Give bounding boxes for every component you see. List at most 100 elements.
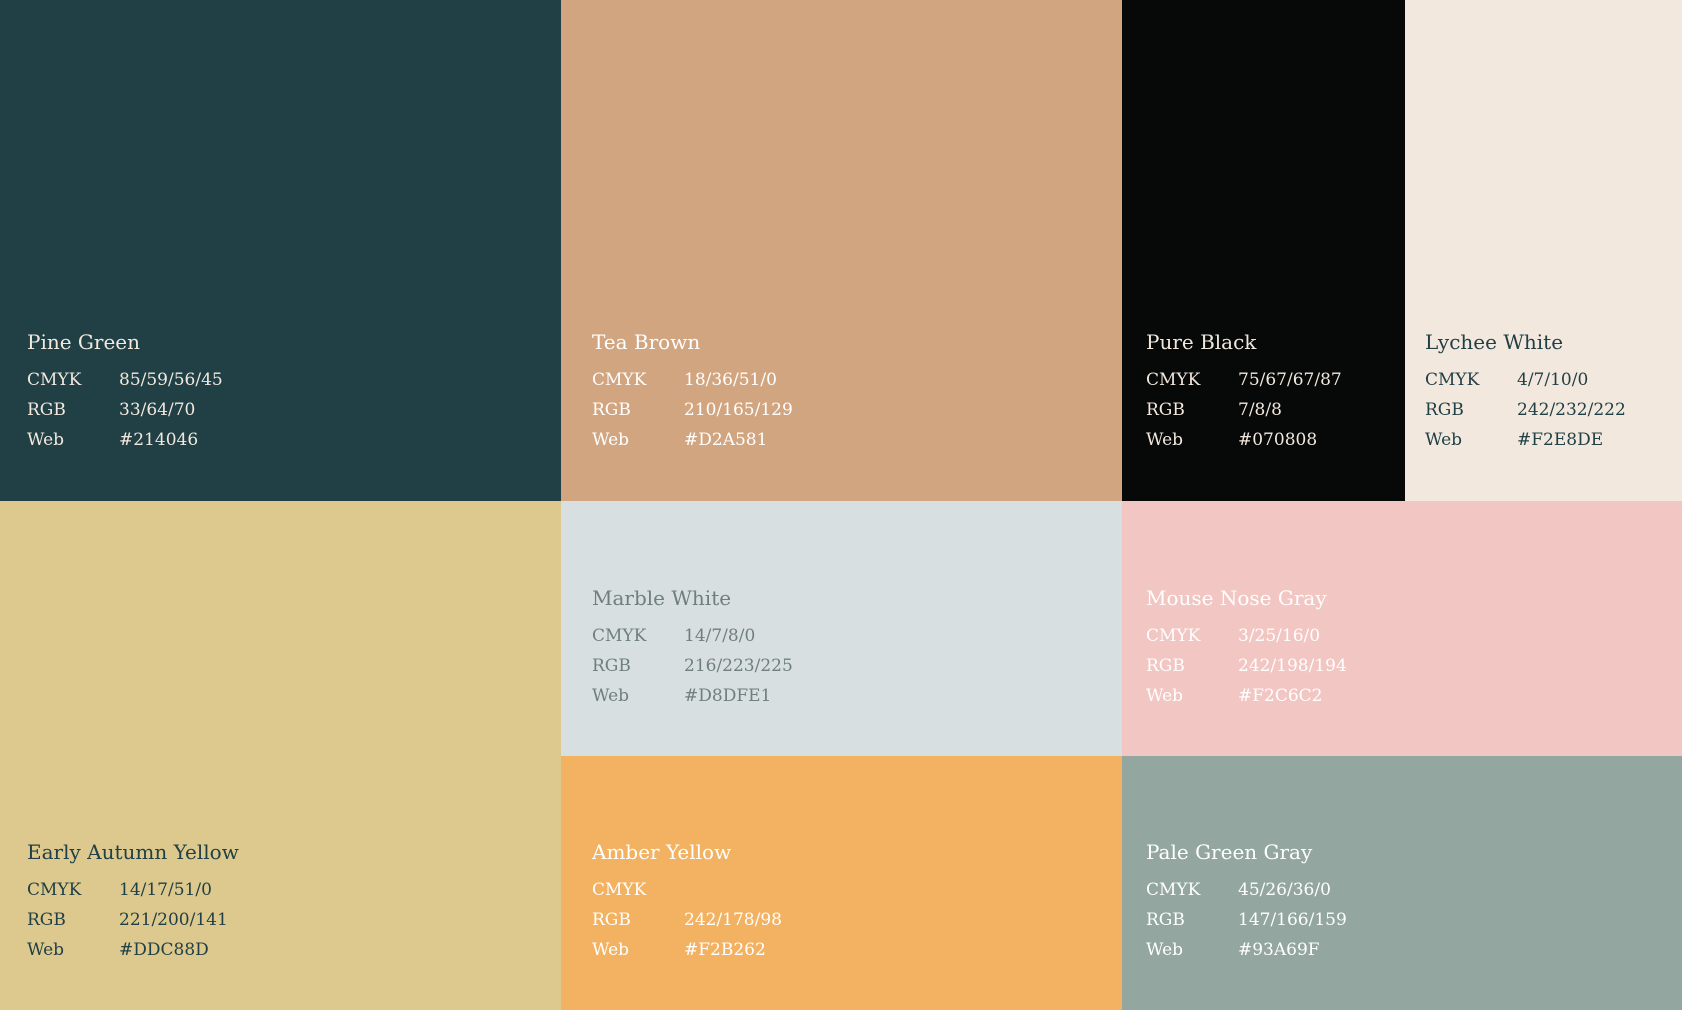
cmyk-label: CMYK [592, 880, 647, 900]
cmyk-label: CMYK [592, 370, 647, 390]
rgb-value: 33/64/70 [119, 400, 196, 420]
rgb-value: 242/232/222 [1517, 400, 1626, 420]
rgb-label: RGB [1146, 400, 1185, 420]
rgb-label: RGB [592, 910, 631, 930]
rgb-row: RGB 242/198/194 [1146, 651, 1347, 681]
swatch-info: Pure Black CMYK 75/67/67/87 RGB 7/8/8 We… [1146, 329, 1342, 455]
cmyk-label: CMYK [1146, 880, 1201, 900]
rgb-value: 147/166/159 [1238, 910, 1347, 930]
web-value: #D8DFE1 [684, 686, 772, 706]
cmyk-label: CMYK [1146, 370, 1201, 390]
swatch-tea-brown: Tea Brown CMYK 18/36/51/0 RGB 210/165/12… [561, 0, 1122, 501]
cmyk-label: CMYK [1425, 370, 1480, 390]
rgb-label: RGB [592, 400, 631, 420]
web-label: Web [27, 940, 65, 960]
web-value: #93A69F [1238, 940, 1320, 960]
swatch-name: Marble White [592, 586, 732, 610]
cmyk-label: CMYK [1146, 626, 1201, 646]
rgb-value: 242/178/98 [684, 910, 782, 930]
web-row: Web #070808 [1146, 425, 1342, 455]
rgb-value: 242/198/194 [1238, 656, 1347, 676]
rgb-value: 210/165/129 [684, 400, 793, 420]
web-label: Web [1146, 686, 1184, 706]
swatch-name: Amber Yellow [592, 840, 732, 864]
web-value: #070808 [1238, 430, 1318, 450]
cmyk-value: 18/36/51/0 [684, 370, 777, 390]
rgb-row: RGB 221/200/141 [27, 905, 239, 935]
color-palette: Pine Green CMYK 85/59/56/45 RGB 33/64/70… [0, 0, 1682, 1010]
swatch-pure-black: Pure Black CMYK 75/67/67/87 RGB 7/8/8 We… [1122, 0, 1405, 501]
cmyk-row: CMYK [592, 875, 782, 905]
cmyk-row: CMYK 85/59/56/45 [27, 365, 223, 395]
web-label: Web [592, 430, 630, 450]
swatch-info: Lychee White CMYK 4/7/10/0 RGB 242/232/2… [1425, 329, 1626, 455]
rgb-row: RGB 242/178/98 [592, 905, 782, 935]
web-label: Web [592, 686, 630, 706]
cmyk-value: 85/59/56/45 [119, 370, 223, 390]
web-value: #214046 [119, 430, 199, 450]
web-value: #F2E8DE [1517, 430, 1604, 450]
web-label: Web [1146, 940, 1184, 960]
rgb-label: RGB [1425, 400, 1464, 420]
swatch-info: Marble White CMYK 14/7/8/0 RGB 216/223/2… [592, 585, 793, 711]
cmyk-value: 75/67/67/87 [1238, 370, 1342, 390]
cmyk-row: CMYK 3/25/16/0 [1146, 621, 1347, 651]
cmyk-row: CMYK 18/36/51/0 [592, 365, 793, 395]
swatch-name: Pale Green Gray [1146, 840, 1313, 864]
cmyk-value: 3/25/16/0 [1238, 626, 1321, 646]
swatch-early-autumn-yellow: Early Autumn Yellow CMYK 14/17/51/0 RGB … [0, 501, 561, 1010]
swatch-name: Mouse Nose Gray [1146, 586, 1327, 610]
rgb-row: RGB 33/64/70 [27, 395, 223, 425]
swatch-pine-green: Pine Green CMYK 85/59/56/45 RGB 33/64/70… [0, 0, 561, 501]
rgb-label: RGB [592, 656, 631, 676]
swatch-info: Mouse Nose Gray CMYK 3/25/16/0 RGB 242/1… [1146, 585, 1347, 711]
rgb-row: RGB 242/232/222 [1425, 395, 1626, 425]
swatch-info: Amber Yellow CMYK RGB 242/178/98 Web #F2… [592, 839, 782, 965]
cmyk-value: 14/17/51/0 [119, 880, 212, 900]
cmyk-value: 4/7/10/0 [1517, 370, 1589, 390]
swatch-marble-white: Marble White CMYK 14/7/8/0 RGB 216/223/2… [561, 501, 1122, 756]
web-label: Web [592, 940, 630, 960]
cmyk-label: CMYK [592, 626, 647, 646]
swatch-name: Pine Green [27, 330, 141, 354]
rgb-row: RGB 147/166/159 [1146, 905, 1347, 935]
web-row: Web #F2E8DE [1425, 425, 1626, 455]
rgb-label: RGB [1146, 656, 1185, 676]
swatch-mouse-nose-gray: Mouse Nose Gray CMYK 3/25/16/0 RGB 242/1… [1122, 501, 1682, 756]
swatch-amber-yellow: Amber Yellow CMYK RGB 242/178/98 Web #F2… [561, 756, 1122, 1010]
rgb-value: 7/8/8 [1238, 400, 1282, 420]
rgb-label: RGB [27, 400, 66, 420]
web-label: Web [1425, 430, 1463, 450]
swatch-name: Lychee White [1425, 330, 1564, 354]
web-label: Web [1146, 430, 1184, 450]
web-row: Web #93A69F [1146, 935, 1347, 965]
cmyk-row: CMYK 4/7/10/0 [1425, 365, 1626, 395]
web-row: Web #214046 [27, 425, 223, 455]
web-row: Web #D8DFE1 [592, 681, 793, 711]
cmyk-label: CMYK [27, 880, 82, 900]
web-row: Web #F2B262 [592, 935, 782, 965]
rgb-row: RGB 216/223/225 [592, 651, 793, 681]
rgb-row: RGB 7/8/8 [1146, 395, 1342, 425]
cmyk-row: CMYK 14/17/51/0 [27, 875, 239, 905]
web-row: Web #DDC88D [27, 935, 239, 965]
cmyk-label: CMYK [27, 370, 82, 390]
swatch-info: Pine Green CMYK 85/59/56/45 RGB 33/64/70… [27, 329, 223, 455]
web-value: #DDC88D [119, 940, 209, 960]
swatch-info: Tea Brown CMYK 18/36/51/0 RGB 210/165/12… [592, 329, 793, 455]
rgb-label: RGB [27, 910, 66, 930]
rgb-label: RGB [1146, 910, 1185, 930]
web-row: Web #D2A581 [592, 425, 793, 455]
swatch-info: Pale Green Gray CMYK 45/26/36/0 RGB 147/… [1146, 839, 1347, 965]
rgb-value: 221/200/141 [119, 910, 228, 930]
web-row: Web #F2C6C2 [1146, 681, 1347, 711]
web-label: Web [27, 430, 65, 450]
cmyk-row: CMYK 45/26/36/0 [1146, 875, 1347, 905]
rgb-row: RGB 210/165/129 [592, 395, 793, 425]
swatch-name: Early Autumn Yellow [27, 840, 239, 864]
cmyk-row: CMYK 75/67/67/87 [1146, 365, 1342, 395]
web-value: #D2A581 [684, 430, 768, 450]
swatch-name: Pure Black [1146, 330, 1257, 354]
rgb-value: 216/223/225 [684, 656, 793, 676]
cmyk-row: CMYK 14/7/8/0 [592, 621, 793, 651]
